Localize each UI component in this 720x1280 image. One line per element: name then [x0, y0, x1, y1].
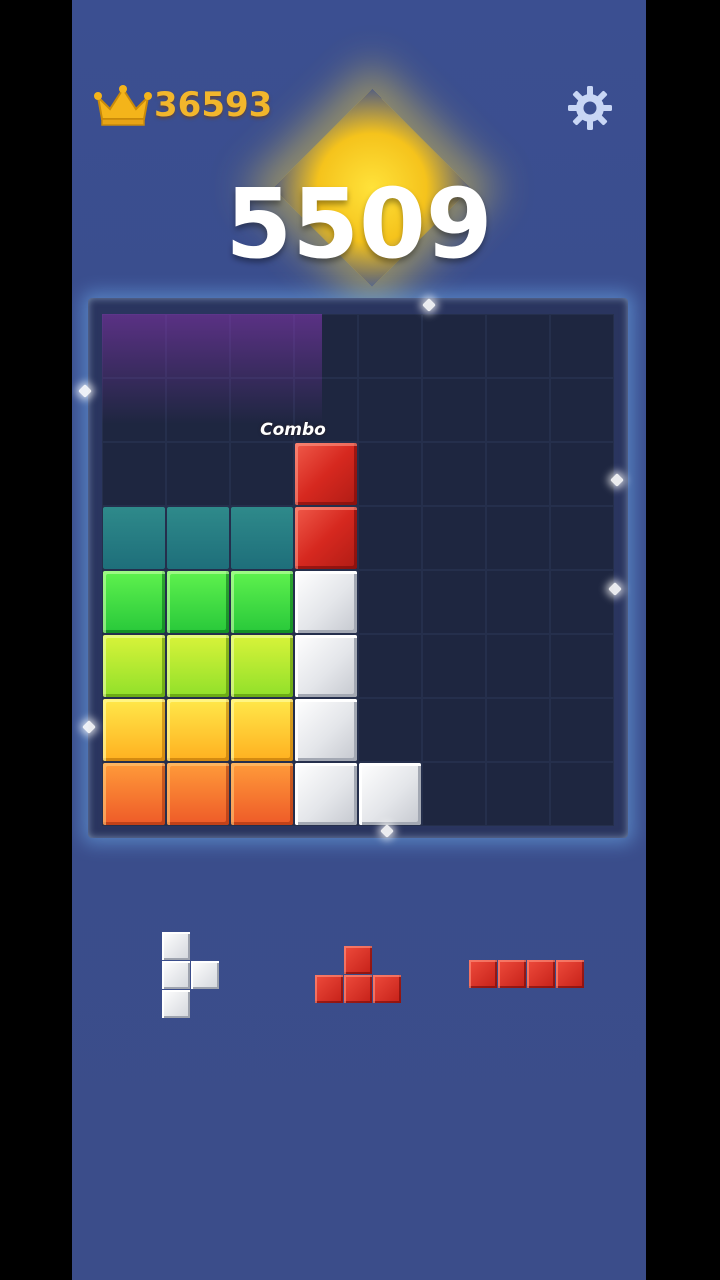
board-cell[interactable]	[486, 314, 550, 378]
white-block	[295, 635, 357, 697]
crown-icon	[94, 85, 152, 126]
board-cell[interactable]	[422, 762, 486, 826]
board-cell[interactable]	[230, 314, 294, 378]
red-piece-block	[527, 960, 555, 988]
board-cell[interactable]	[550, 698, 614, 762]
yellow-block	[167, 699, 229, 761]
green-block	[167, 571, 229, 633]
lime-block	[231, 635, 293, 697]
board-cell[interactable]	[358, 442, 422, 506]
orange-block	[103, 763, 165, 825]
yellow-block	[231, 699, 293, 761]
orange-block	[167, 763, 229, 825]
red-piece-block	[344, 946, 372, 974]
board-cell[interactable]	[422, 442, 486, 506]
red-block	[295, 443, 357, 505]
teal-block	[167, 507, 229, 569]
red-piece-block	[556, 960, 584, 988]
board-cell[interactable]	[166, 378, 230, 442]
white-block	[295, 763, 357, 825]
board-cell[interactable]	[486, 506, 550, 570]
red-piece-block	[498, 960, 526, 988]
gear-icon[interactable]	[566, 84, 614, 132]
red-block	[295, 507, 357, 569]
orange-block	[231, 763, 293, 825]
red-piece-block	[315, 975, 343, 1003]
board-cell[interactable]	[422, 506, 486, 570]
green-block	[231, 571, 293, 633]
board-cell[interactable]	[358, 378, 422, 442]
board-cell[interactable]	[550, 634, 614, 698]
board-cell[interactable]	[550, 314, 614, 378]
best-score: 36593	[94, 80, 272, 130]
board-cell[interactable]	[422, 378, 486, 442]
white-piece-block	[162, 932, 190, 960]
board-cell[interactable]	[550, 570, 614, 634]
white-piece-block	[191, 961, 219, 989]
board-cell[interactable]	[422, 570, 486, 634]
board-cell[interactable]	[486, 698, 550, 762]
board-cell[interactable]	[550, 506, 614, 570]
red-piece-block	[344, 975, 372, 1003]
board-cell[interactable]	[486, 762, 550, 826]
current-score: 5509	[225, 168, 493, 280]
board-cell[interactable]	[102, 378, 166, 442]
board-cell[interactable]	[358, 570, 422, 634]
combo-label: Combo	[260, 420, 326, 440]
board-cell[interactable]	[102, 442, 166, 506]
board-cell[interactable]	[422, 314, 486, 378]
green-block	[103, 571, 165, 633]
board-cell[interactable]	[358, 506, 422, 570]
board-cell[interactable]	[486, 378, 550, 442]
board-cell[interactable]	[550, 762, 614, 826]
teal-block	[231, 507, 293, 569]
lime-block	[167, 635, 229, 697]
board-cell[interactable]	[230, 442, 294, 506]
game-screen: 36593 5509 Combo	[72, 0, 646, 1280]
white-block	[359, 763, 421, 825]
board-cell[interactable]	[486, 634, 550, 698]
game-board[interactable]	[102, 314, 614, 826]
best-score-value: 36593	[154, 85, 273, 125]
white-block	[295, 699, 357, 761]
board-cell[interactable]	[422, 698, 486, 762]
board-cell[interactable]	[358, 634, 422, 698]
white-piece-block	[162, 990, 190, 1018]
board-cell[interactable]	[486, 570, 550, 634]
board-cell[interactable]	[550, 378, 614, 442]
board-cell[interactable]	[422, 634, 486, 698]
board-cell[interactable]	[486, 442, 550, 506]
red-piece-block	[373, 975, 401, 1003]
board-cell[interactable]	[358, 698, 422, 762]
red-piece-block	[469, 960, 497, 988]
teal-block	[103, 507, 165, 569]
board-cell[interactable]	[358, 314, 422, 378]
board-cell[interactable]	[102, 314, 166, 378]
board-cell[interactable]	[166, 314, 230, 378]
lime-block	[103, 635, 165, 697]
board-cell[interactable]	[550, 442, 614, 506]
white-block	[295, 571, 357, 633]
white-piece-block	[162, 961, 190, 989]
board-cell[interactable]	[166, 442, 230, 506]
yellow-block	[103, 699, 165, 761]
board-cell[interactable]	[294, 314, 358, 378]
